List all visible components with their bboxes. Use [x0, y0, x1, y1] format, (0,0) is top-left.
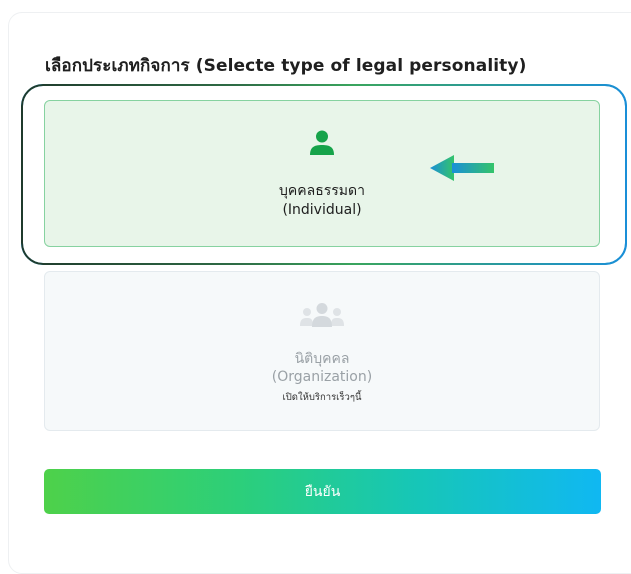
option-label-en: (Organization) — [271, 369, 373, 385]
arrow-left-icon — [430, 155, 496, 189]
confirm-button[interactable]: ยืนยัน — [44, 469, 601, 514]
person-icon — [309, 129, 335, 159]
option-card-individual[interactable]: บุคคลธรรมดา (Individual) — [44, 100, 600, 247]
page-title: เลือกประเภทกิจการ (Selecte type of legal… — [45, 56, 527, 76]
group-icon — [298, 302, 346, 332]
option-label-th: นิติบุคคล — [294, 351, 350, 367]
option-label-en: (Individual) — [282, 202, 362, 218]
coming-soon-note: เปิดให้บริการเร็วๆนี้ — [282, 392, 362, 403]
option-label-th: บุคคลธรรมดา — [279, 183, 365, 199]
option-card-organization: นิติบุคคล (Organization) เปิดให้บริการเร… — [44, 271, 600, 431]
